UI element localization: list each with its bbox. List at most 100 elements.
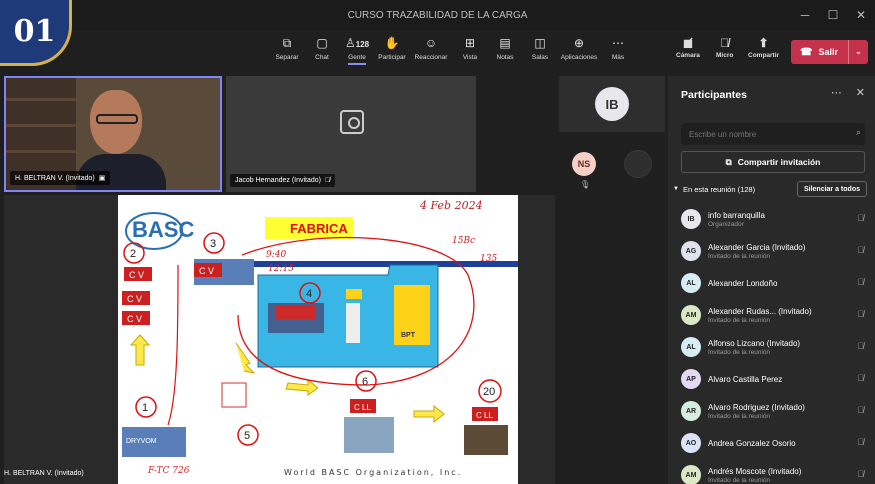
- participant-row[interactable]: AP Alvaro Castilla Perez 🎙̸: [668, 363, 875, 395]
- participant-row[interactable]: AR Alvaro Rodriguez (Invitado) Invitado de…: [668, 395, 875, 427]
- chat-icon: ▢: [316, 36, 328, 50]
- participants-panel: Participantes ⋯ ✕ ⌕ ⧉ Compartir invitaci…: [668, 76, 875, 484]
- share-button[interactable]: ⬆ Compartir: [748, 36, 779, 59]
- apps-icon: ⊕: [573, 36, 585, 50]
- close-icon[interactable]: ✕: [847, 8, 875, 22]
- view-icon: ⊞: [464, 36, 476, 50]
- apps-button[interactable]: ⊕ Aplicaciones: [558, 36, 600, 61]
- video-tile-speaker[interactable]: H. BELTRAN V. (Invitado) ▣: [4, 76, 222, 192]
- mic-off-icon[interactable]: 🎙̸: [857, 469, 864, 479]
- mic-off-icon[interactable]: 🎙̸: [857, 373, 864, 383]
- truck-text: DRYVOM: [126, 438, 157, 445]
- cv-label-1: C V: [129, 270, 144, 280]
- participant-text: Alfonso Lizcano (Invitado) Invitado de la…: [708, 339, 800, 356]
- avatar: AL: [681, 273, 701, 293]
- more-label: Más: [611, 54, 625, 61]
- ship-image: [344, 417, 394, 453]
- notes-button[interactable]: ▤ Notas: [488, 36, 522, 61]
- participant-text: Alvaro Rodriguez (Invitado) Invitado de l…: [708, 403, 805, 420]
- camera-button[interactable]: ◼̸ Cámara: [676, 36, 700, 59]
- mic-button[interactable]: 🎙̸ Micro: [716, 36, 733, 59]
- search-icon: ⌕: [855, 127, 861, 137]
- participant-search-input[interactable]: [681, 123, 865, 145]
- people-button[interactable]: ♙128 Gente: [340, 36, 374, 65]
- participant-role: Invitado de la reunión: [708, 348, 771, 356]
- pop-out-button[interactable]: ⧉ Separar: [270, 36, 304, 61]
- view-label: Vista: [462, 54, 478, 61]
- video-tile-jacob[interactable]: Jacob Hernandez (Invitado) 🎙̸: [226, 76, 476, 192]
- chevron-down-icon[interactable]: ⌄: [848, 40, 868, 64]
- num-3: 3: [210, 238, 216, 250]
- arrow-down: [235, 342, 256, 374]
- participant-row[interactable]: AM Alexander Rudas... (Invitado) Invitado …: [668, 299, 875, 331]
- view-button[interactable]: ⊞ Vista: [453, 36, 487, 61]
- more-options-icon[interactable]: ⋯: [831, 86, 842, 99]
- minimize-icon[interactable]: ─: [791, 8, 819, 22]
- mic-off-icon[interactable]: 🎙̸: [857, 437, 864, 447]
- participant-row[interactable]: IB info barranquilla Organizador 🎙̸: [668, 203, 875, 235]
- note-time2: 12:15: [268, 264, 294, 274]
- share-nametag: H. BELTRAN V. (Invitado): [4, 470, 84, 477]
- in-meeting-section[interactable]: ▼ En esta reunión (128) Silenciar a todo…: [673, 180, 871, 198]
- avatar: AG: [681, 241, 701, 261]
- people-count: 128: [355, 40, 370, 49]
- num-4: 4: [306, 288, 312, 300]
- mic-label: Micro: [716, 52, 734, 59]
- slide-footer: World BASC Organization, Inc.: [284, 468, 462, 477]
- mic-off-icon[interactable]: 🎙̸: [857, 341, 864, 351]
- participant-name: Alfonso Lizcano (Invitado): [708, 338, 801, 348]
- jacob-nametag: Jacob Hernandez (Invitado) 🎙̸: [230, 174, 336, 187]
- mic-off-icon[interactable]: 🎙̸: [857, 213, 864, 223]
- participant-name: Alexander Rudas... (Invitado): [708, 306, 812, 316]
- participant-row[interactable]: AL Alexander Londoño 🎙̸: [668, 267, 875, 299]
- share-invite-button[interactable]: ⧉ Compartir invitación: [681, 151, 865, 173]
- participant-text: Andrés Moscote (Invitado) Invitado de la …: [708, 467, 801, 484]
- arrow-right-1: [285, 378, 319, 396]
- share-invite-label: Compartir invitación: [737, 157, 821, 167]
- shared-slide: BASC FABRICA 4 Feb 2024 BPT DRYVOM C V C…: [118, 195, 518, 484]
- maximize-icon[interactable]: ☐: [819, 8, 847, 22]
- arrow-right-2: [413, 404, 445, 424]
- participant-row[interactable]: AO Andrea Gonzalez Osorio 🎙̸: [668, 427, 875, 459]
- factory-label: FABRICA: [290, 221, 348, 236]
- participant-text: Alexander Garcia (Invitado) Invitado de l…: [708, 243, 805, 260]
- num-20: 20: [483, 386, 495, 398]
- chevron-down-icon: ▼: [673, 186, 679, 192]
- react-button[interactable]: ☺ Reaccionar: [410, 36, 452, 61]
- video-tile-ib[interactable]: IB: [559, 76, 665, 132]
- participant-row[interactable]: AL Alfonso Lizcano (Invitado) Invitado de …: [668, 331, 875, 363]
- num-6: 6: [362, 376, 368, 388]
- mic-off-icon[interactable]: 🎙̸: [857, 405, 864, 415]
- participant-name: info barranquilla: [708, 210, 765, 220]
- participant-text: Andrea Gonzalez Osorio: [708, 439, 796, 448]
- truck-cargo: [276, 305, 316, 319]
- mic-off-icon[interactable]: 🎙̸: [857, 277, 864, 287]
- people-label: Gente: [348, 54, 366, 65]
- mic-off-icon[interactable]: 🎙̸: [857, 309, 864, 319]
- raise-hand-button[interactable]: ✋ Participar: [375, 36, 409, 61]
- rooms-button[interactable]: ◫ Salas: [523, 36, 557, 61]
- handwritten-date: 4 Feb 2024: [419, 199, 483, 212]
- close-panel-icon[interactable]: ✕: [856, 86, 865, 99]
- chat-button[interactable]: ▢ Chat: [305, 36, 339, 61]
- mic-off-icon[interactable]: 🎙̸: [857, 245, 864, 255]
- camera-placeholder-icon: [340, 110, 364, 134]
- participant-text: Alvaro Castilla Perez: [708, 375, 782, 384]
- participant-text: info barranquilla Organizador: [708, 211, 765, 228]
- participant-row[interactable]: AM Andrés Moscote (Invitado) Invitado de l…: [668, 459, 875, 484]
- leave-label: Salir: [818, 47, 838, 57]
- leave-button[interactable]: ☎ Salir ⌄: [791, 40, 868, 64]
- person-figure: [346, 303, 360, 343]
- participant-row[interactable]: AG Alexander Garcia (Invitado) Invitado de…: [668, 235, 875, 267]
- mute-all-button[interactable]: Silenciar a todos: [796, 181, 867, 197]
- more-button[interactable]: ⋯ Más: [601, 36, 635, 61]
- speaker-name: H. BELTRAN V. (Invitado): [15, 174, 95, 182]
- cv-label-3: C V: [127, 294, 142, 304]
- avatar-ns[interactable]: NS: [572, 152, 596, 176]
- participant-name: Alvaro Castilla Perez: [708, 374, 783, 384]
- avatar: AR: [681, 401, 701, 421]
- avatar: AP: [681, 369, 701, 389]
- participant-name: Alexander Garcia (Invitado): [708, 242, 806, 252]
- participant-role: Organizador: [708, 220, 744, 228]
- avatar-empty[interactable]: [624, 150, 652, 178]
